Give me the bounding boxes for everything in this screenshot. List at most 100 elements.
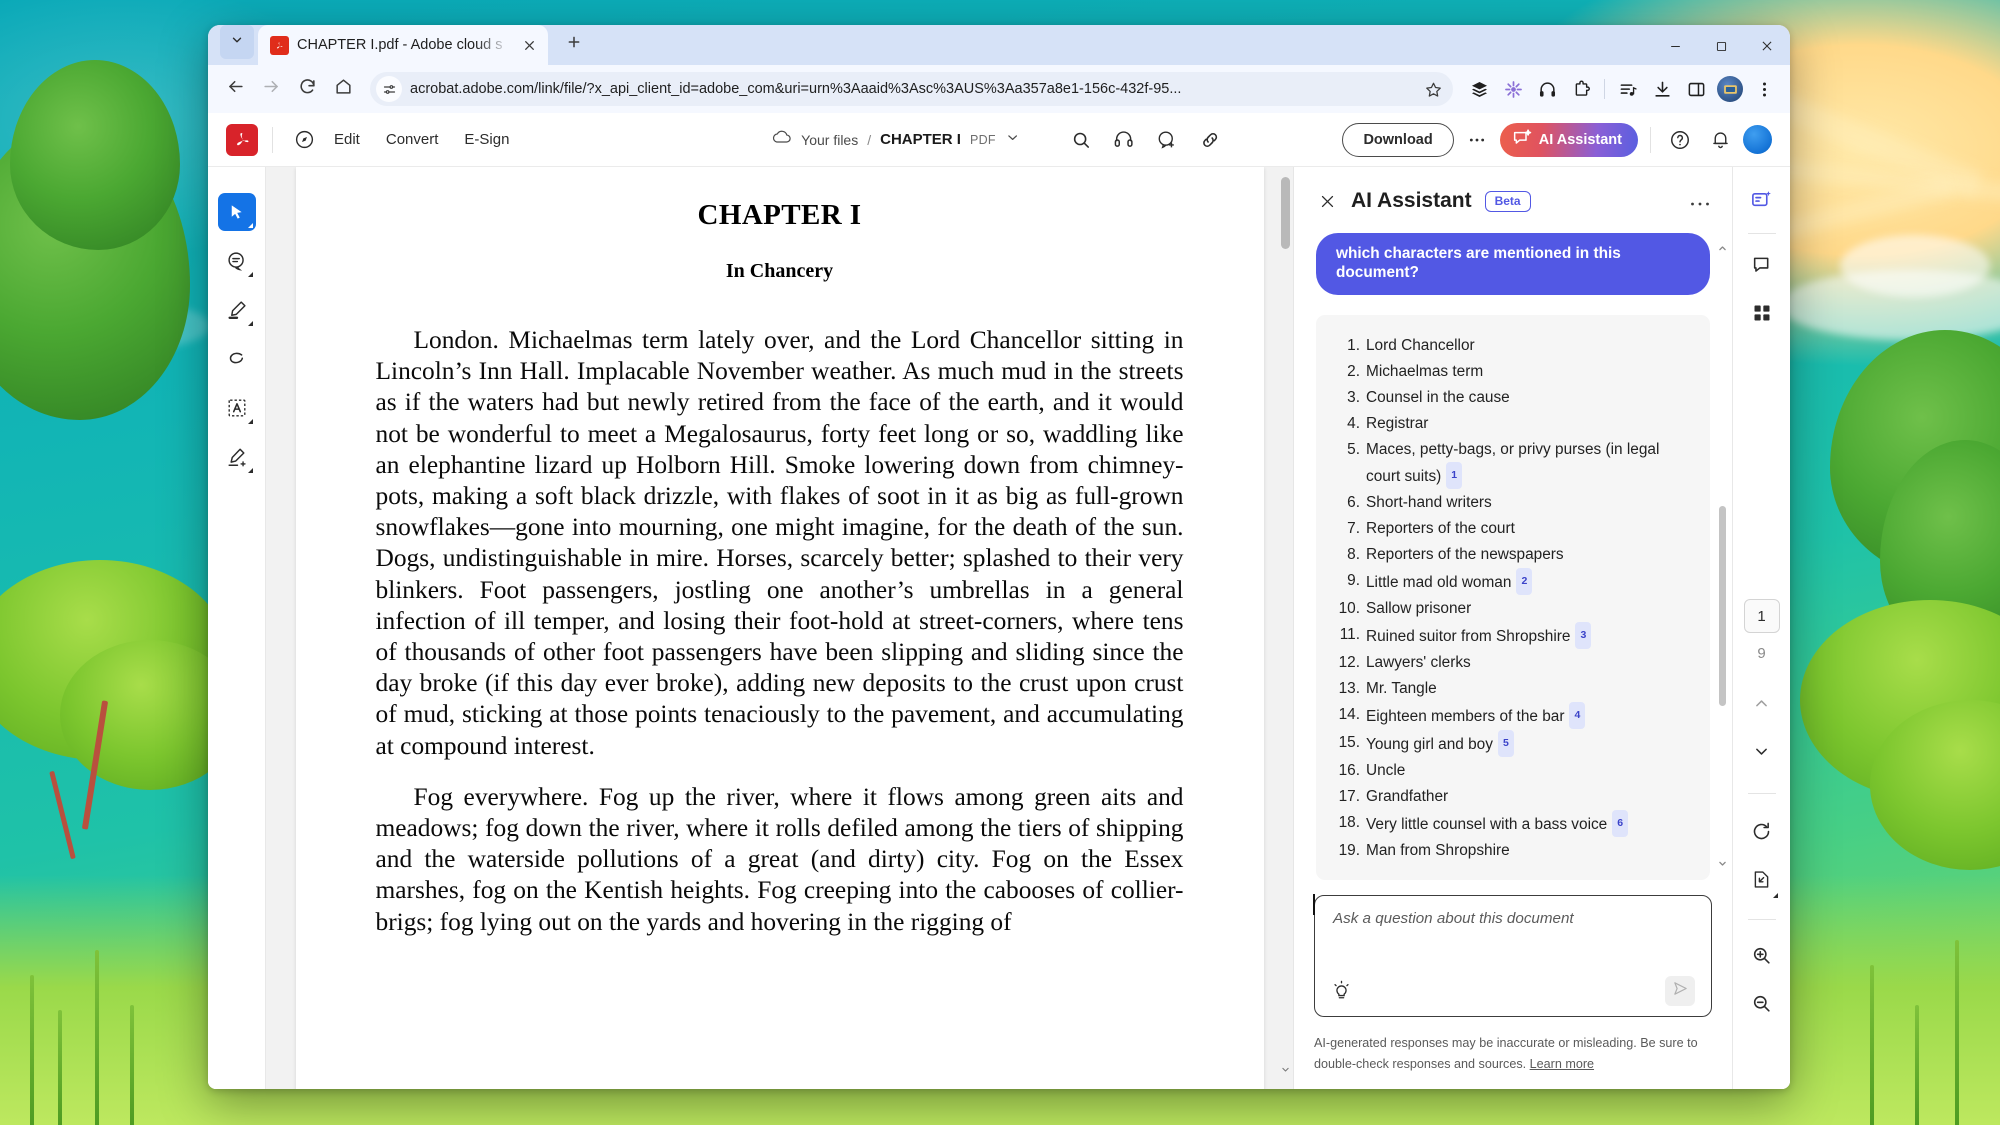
document-scrollbar[interactable] bbox=[1281, 173, 1290, 1077]
answer-list-item: Man from Shropshire bbox=[1332, 838, 1690, 863]
layers-icon[interactable] bbox=[1463, 73, 1495, 105]
answer-item-text: Lawyers' clerks bbox=[1366, 653, 1471, 671]
ai-assistant-panel: AI Assistant Beta which characters are m… bbox=[1293, 167, 1732, 1089]
answer-item-text: Ruined suitor from Shropshire bbox=[1366, 627, 1571, 645]
input-placeholder: Ask a question about this document bbox=[1333, 910, 1574, 927]
forward-button[interactable] bbox=[254, 72, 288, 106]
search-icon[interactable] bbox=[1064, 123, 1098, 157]
comment-tool[interactable] bbox=[218, 242, 256, 280]
reload-button[interactable] bbox=[290, 72, 324, 106]
page-number-input[interactable]: 1 bbox=[1743, 599, 1780, 633]
question-input[interactable]: Ask a question about this document bbox=[1313, 894, 1712, 1017]
draw-tool[interactable] bbox=[218, 340, 256, 378]
browser-window: CHAPTER I.pdf - Adobe cloud s acrobat.ad… bbox=[208, 25, 1790, 1089]
tab-search-button[interactable] bbox=[220, 25, 254, 59]
pdf-page: CHAPTER I In Chancery London. Michaelmas… bbox=[295, 167, 1264, 1089]
acrobat-body: CHAPTER I In Chancery London. Michaelmas… bbox=[208, 167, 1790, 1089]
back-button[interactable] bbox=[218, 72, 252, 106]
ai-conversation[interactable]: which characters are mentioned in this d… bbox=[1294, 223, 1732, 885]
menu-esign[interactable]: E-Sign bbox=[451, 124, 522, 155]
fit-page-button[interactable] bbox=[1743, 863, 1781, 901]
minimize-button[interactable] bbox=[1652, 25, 1698, 72]
next-page-button[interactable] bbox=[1743, 735, 1781, 773]
download-button[interactable]: Download bbox=[1342, 122, 1454, 157]
answer-list-item: Lord Chancellor bbox=[1332, 333, 1690, 358]
citation-badge[interactable]: 5 bbox=[1497, 729, 1514, 757]
menu-edit[interactable]: Edit bbox=[321, 124, 373, 155]
more-horizontal-icon[interactable] bbox=[1460, 123, 1494, 157]
acrobat-home-icon[interactable] bbox=[287, 123, 321, 157]
scrollbar-thumb[interactable] bbox=[1281, 177, 1290, 249]
help-circle-icon[interactable] bbox=[1663, 123, 1697, 157]
home-button[interactable] bbox=[326, 72, 360, 106]
close-window-button[interactable] bbox=[1744, 25, 1790, 72]
media-playlist-icon[interactable] bbox=[1612, 73, 1644, 105]
answer-item-text: Registrar bbox=[1366, 414, 1429, 432]
extension-flower-icon[interactable] bbox=[1497, 73, 1529, 105]
previous-page-button[interactable] bbox=[1743, 687, 1781, 725]
menu-convert[interactable]: Convert bbox=[373, 124, 452, 155]
puzzle-extension-icon[interactable] bbox=[1565, 73, 1597, 105]
adobe-acrobat-logo[interactable] bbox=[226, 123, 258, 156]
browser-tab[interactable]: CHAPTER I.pdf - Adobe cloud s bbox=[258, 25, 548, 65]
text-box-tool[interactable] bbox=[218, 389, 256, 427]
comments-rail[interactable] bbox=[1743, 246, 1781, 284]
ai-assistant-rail[interactable] bbox=[1743, 181, 1781, 219]
bell-icon[interactable] bbox=[1703, 123, 1737, 157]
ai-assistant-button[interactable]: AI Assistant bbox=[1499, 122, 1638, 157]
citation-badge[interactable]: 6 bbox=[1612, 809, 1629, 837]
rail-divider bbox=[1747, 793, 1776, 794]
answer-item-text: Uncle bbox=[1366, 761, 1406, 779]
chevron-down-icon bbox=[247, 468, 253, 473]
chevron-down-icon[interactable] bbox=[1005, 130, 1020, 150]
lightbulb-icon[interactable] bbox=[1331, 980, 1352, 1006]
new-tab-button[interactable] bbox=[558, 28, 590, 60]
input-footer bbox=[1331, 976, 1695, 1006]
citation-badge[interactable]: 3 bbox=[1575, 621, 1592, 649]
citation-badge[interactable]: 4 bbox=[1569, 701, 1586, 729]
zoom-out-icon bbox=[1751, 993, 1772, 1019]
download-icon[interactable] bbox=[1646, 73, 1678, 105]
answer-item-text: Sallow prisoner bbox=[1366, 599, 1472, 617]
all-tools-rail[interactable] bbox=[1743, 294, 1781, 332]
chevron-down-icon bbox=[230, 33, 244, 52]
address-bar[interactable]: acrobat.adobe.com/link/file/?x_api_clien… bbox=[370, 72, 1453, 106]
page-total-label: 9 bbox=[1757, 645, 1766, 662]
select-tool[interactable] bbox=[217, 193, 256, 231]
maximize-button[interactable] bbox=[1698, 25, 1744, 72]
headphones-icon[interactable] bbox=[1531, 73, 1563, 105]
send-button[interactable] bbox=[1665, 976, 1695, 1006]
more-horizontal-icon[interactable] bbox=[1690, 196, 1710, 207]
scroll-up-arrow[interactable] bbox=[1717, 243, 1728, 254]
ai-sparkle-icon bbox=[1512, 128, 1532, 152]
close-icon bbox=[1760, 39, 1774, 58]
read-aloud-icon[interactable] bbox=[1107, 123, 1141, 157]
document-viewport[interactable]: CHAPTER I In Chancery London. Michaelmas… bbox=[266, 167, 1293, 1089]
side-panel-icon[interactable] bbox=[1680, 73, 1712, 105]
arrow-right-icon bbox=[262, 77, 281, 101]
close-icon[interactable] bbox=[1316, 190, 1338, 212]
scroll-down-arrow[interactable] bbox=[1280, 1063, 1291, 1077]
site-settings-icon[interactable] bbox=[376, 76, 402, 102]
sign-tool[interactable] bbox=[218, 438, 256, 476]
add-comment-icon[interactable] bbox=[1150, 123, 1184, 157]
learn-more-link[interactable]: Learn more bbox=[1530, 1057, 1594, 1071]
citation-badge[interactable]: 2 bbox=[1516, 567, 1533, 595]
user-avatar[interactable] bbox=[1743, 125, 1772, 154]
chrome-menu-icon[interactable] bbox=[1748, 73, 1780, 105]
maximize-icon bbox=[1715, 40, 1728, 58]
profile-avatar-icon[interactable] bbox=[1714, 73, 1746, 105]
zoom-out-button[interactable] bbox=[1743, 987, 1781, 1025]
ai-panel-scrollbar[interactable] bbox=[1719, 243, 1726, 869]
highlight-tool[interactable] bbox=[218, 291, 256, 329]
zoom-in-button[interactable] bbox=[1743, 939, 1781, 977]
rotate-button[interactable] bbox=[1743, 815, 1781, 853]
close-icon[interactable] bbox=[518, 34, 540, 56]
breadcrumb-root[interactable]: Your files bbox=[801, 132, 858, 148]
citation-badge[interactable]: 1 bbox=[1446, 461, 1463, 489]
answer-item-text: Eighteen members of the bar bbox=[1366, 707, 1565, 725]
scroll-down-arrow[interactable] bbox=[1717, 858, 1728, 869]
star-icon[interactable] bbox=[1419, 75, 1447, 103]
share-link-icon[interactable] bbox=[1193, 123, 1227, 157]
scrollbar-thumb[interactable] bbox=[1719, 505, 1726, 707]
